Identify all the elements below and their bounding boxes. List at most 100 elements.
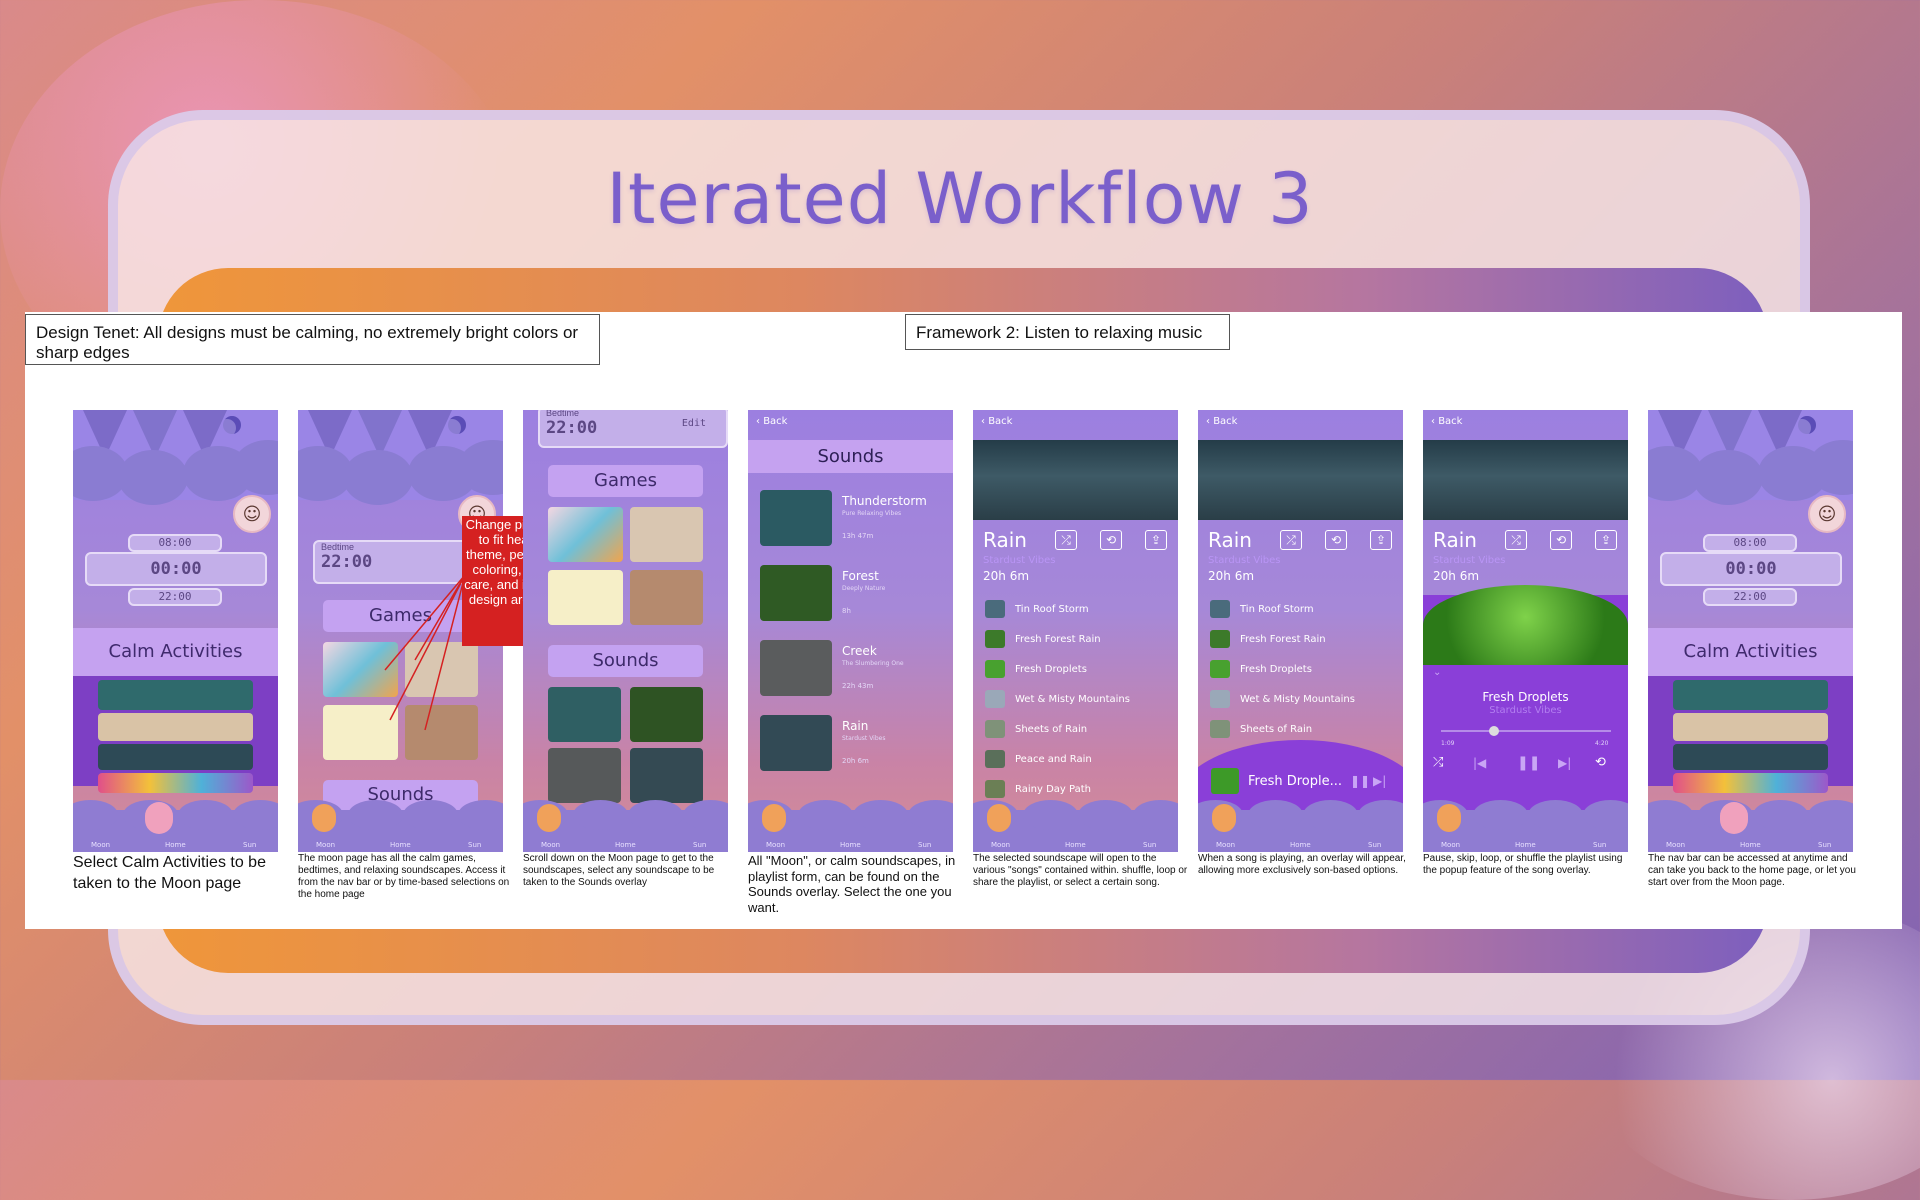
nav-sun[interactable]: Sun (243, 841, 256, 849)
nav-moon[interactable]: Moon (91, 841, 110, 849)
nav-home[interactable]: Home (1065, 841, 1086, 849)
loop-icon[interactable]: ⟲ (1325, 530, 1347, 550)
share-icon[interactable]: ⇪ (1370, 530, 1392, 550)
alarm-time[interactable]: 08:00 (1703, 534, 1797, 552)
nav-home[interactable]: Home (1740, 841, 1761, 849)
loop-icon[interactable]: ⟲ (1100, 530, 1122, 550)
skip-back-icon[interactable]: |◀ (1473, 756, 1486, 770)
nav-moon[interactable]: Moon (541, 841, 560, 849)
calm-activities-button[interactable]: Calm Activities (1648, 628, 1853, 676)
activity-thumbnail[interactable] (1673, 744, 1828, 770)
activity-thumbnail[interactable] (98, 773, 253, 793)
progress-thumb[interactable] (1489, 726, 1499, 736)
activity-thumbnail[interactable] (1673, 713, 1828, 741)
game-thumbnail-pet[interactable] (630, 507, 703, 562)
pause-icon[interactable]: ❚❚ (1517, 755, 1540, 771)
song-row[interactable]: Sheets of Rain (1210, 720, 1312, 740)
activity-thumbnail[interactable] (98, 744, 253, 770)
nav-sun[interactable]: Sun (1143, 841, 1156, 849)
nav-sun[interactable]: Sun (918, 841, 931, 849)
game-thumbnail-plant[interactable] (548, 570, 623, 625)
song-thumbnail (1210, 600, 1230, 618)
profile-avatar[interactable]: ☺ (233, 495, 271, 533)
alarm-time[interactable]: 08:00 (128, 534, 222, 552)
nav-sun[interactable]: Sun (468, 841, 481, 849)
calm-activities-button[interactable]: Calm Activities (73, 628, 278, 676)
nav-home[interactable]: Home (840, 841, 861, 849)
loop-icon[interactable]: ⟲ (1595, 755, 1606, 770)
skip-next-icon[interactable]: ▶| (1373, 774, 1386, 788)
song-row[interactable]: Fresh Droplets (985, 660, 1087, 680)
mini-player-song: Fresh Drople... (1248, 774, 1343, 789)
progress-track[interactable] (1441, 730, 1611, 732)
pause-icon[interactable]: ❚❚ (1350, 774, 1370, 788)
song-row[interactable]: Rainy Day Path (985, 780, 1091, 800)
nav-home[interactable]: Home (390, 841, 411, 849)
shuffle-icon[interactable]: ⤮ (1055, 530, 1077, 550)
sound-thumbnail-rain[interactable] (630, 748, 703, 803)
nav-sun[interactable]: Sun (693, 841, 706, 849)
nav-moon[interactable]: Moon (316, 841, 335, 849)
shuffle-icon[interactable]: ⤮ (1505, 530, 1527, 550)
sounds-section-header[interactable]: Sounds (548, 645, 703, 677)
song-row[interactable]: Wet & Misty Mountains (985, 690, 1130, 710)
sound-list-item[interactable]: Thunderstorm Pure Relaxing Vibes 13h 47m (760, 490, 945, 550)
nav-moon[interactable]: Moon (1441, 841, 1460, 849)
song-row[interactable]: Fresh Droplets (1210, 660, 1312, 680)
bedtime-time[interactable]: 22:00 (1703, 588, 1797, 606)
sound-duration: 13h 47m (842, 532, 874, 540)
activity-thumbnail[interactable] (1673, 680, 1828, 710)
sound-thumbnail-forest[interactable] (630, 687, 703, 742)
activity-thumbnail[interactable] (98, 680, 253, 710)
bedtime-card[interactable]: Bedtime 22:00 Edit (538, 410, 728, 448)
back-button[interactable]: ‹ Back (1206, 416, 1237, 427)
back-button[interactable]: ‹ Back (981, 416, 1012, 427)
sounds-section-header[interactable]: Sounds (323, 780, 478, 810)
sound-thumbnail-thunderstorm[interactable] (548, 687, 621, 742)
song-row[interactable]: Fresh Forest Rain (1210, 630, 1326, 650)
nav-home[interactable]: Home (1290, 841, 1311, 849)
game-thumbnail-interior[interactable] (630, 570, 703, 625)
back-button[interactable]: ‹ Back (1431, 416, 1462, 427)
nav-moon[interactable]: Moon (991, 841, 1010, 849)
sound-list-item[interactable]: Creek The Slumbering One 22h 43m (760, 640, 945, 700)
shuffle-icon[interactable]: ⤮ (1280, 530, 1302, 550)
nav-moon[interactable]: Moon (1666, 841, 1685, 849)
sound-list-item[interactable]: Rain Stardust Vibes 20h 6m (760, 715, 945, 775)
header-landscape (1648, 410, 1853, 505)
nav-home[interactable]: Home (615, 841, 636, 849)
song-cover-art (1423, 585, 1628, 665)
chevron-down-icon[interactable]: ⌄ (1433, 667, 1441, 678)
activity-thumbnail[interactable] (98, 713, 253, 741)
song-row[interactable]: Fresh Forest Rain (985, 630, 1101, 650)
nav-bar: Moon Home Sun (298, 800, 503, 852)
game-thumbnail-coloring[interactable] (548, 507, 623, 562)
nav-sun[interactable]: Sun (1368, 841, 1381, 849)
activity-thumbnail[interactable] (1673, 773, 1828, 793)
song-row[interactable]: Tin Roof Storm (1210, 600, 1314, 620)
sound-thumbnail-creek[interactable] (548, 748, 621, 803)
games-section-header[interactable]: Games (548, 465, 703, 497)
nav-sun[interactable]: Sun (1593, 841, 1606, 849)
nav-home[interactable]: Home (165, 841, 186, 849)
song-row[interactable]: Wet & Misty Mountains (1210, 690, 1355, 710)
nav-moon[interactable]: Moon (1216, 841, 1235, 849)
shuffle-icon[interactable]: ⤮ (1433, 755, 1453, 773)
loop-icon[interactable]: ⟲ (1550, 530, 1572, 550)
profile-avatar[interactable]: ☺ (1808, 495, 1846, 533)
song-row[interactable]: Sheets of Rain (985, 720, 1087, 740)
nav-sun[interactable]: Sun (1818, 841, 1831, 849)
sound-artist: Stardust Vibes (842, 735, 886, 742)
nav-moon[interactable]: Moon (766, 841, 785, 849)
skip-next-icon[interactable]: ▶| (1558, 756, 1571, 770)
song-row[interactable]: Tin Roof Storm (985, 600, 1089, 620)
back-button[interactable]: ‹ Back (756, 416, 787, 427)
nav-home[interactable]: Home (1515, 841, 1536, 849)
bedtime-time[interactable]: 22:00 (128, 588, 222, 606)
sound-list-item[interactable]: Forest Deeply Nature 8h (760, 565, 945, 625)
header-landscape (298, 410, 503, 505)
share-icon[interactable]: ⇪ (1145, 530, 1167, 550)
edit-button[interactable]: Edit (682, 418, 706, 429)
song-row[interactable]: Peace and Rain (985, 750, 1092, 770)
share-icon[interactable]: ⇪ (1595, 530, 1617, 550)
